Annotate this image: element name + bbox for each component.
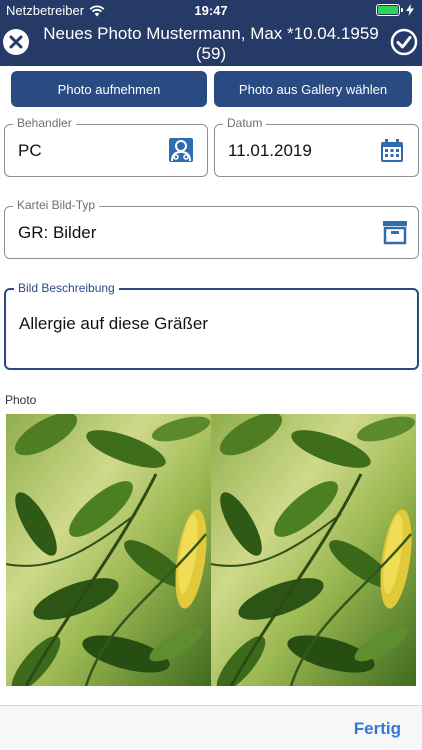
datum-field[interactable]: Datum 11.01.2019 — [214, 116, 419, 177]
behandler-label: Behandler — [13, 116, 76, 130]
calendar-icon[interactable] — [379, 138, 405, 164]
bottom-toolbar: Fertig — [0, 705, 422, 750]
kartei-bild-typ-field[interactable]: Kartei Bild-Typ GR: Bilder — [4, 198, 419, 259]
photo-label: Photo — [5, 393, 37, 407]
done-button[interactable]: Fertig — [354, 719, 401, 739]
bild-beschreibung-label: Bild Beschreibung — [14, 281, 119, 295]
photo-preview — [6, 414, 416, 686]
nav-bar: Neues Photo Mustermann, Max *10.04.1959 … — [0, 22, 422, 66]
kartei-bild-typ-label: Kartei Bild-Typ — [13, 198, 100, 212]
person-card-icon[interactable] — [168, 137, 194, 163]
battery-group — [376, 4, 414, 16]
kartei-bild-typ-value: GR: Bilder — [18, 223, 97, 242]
choose-gallery-button[interactable]: Photo aus Gallery wählen — [214, 71, 412, 107]
bild-beschreibung-field[interactable]: Bild Beschreibung Allergie auf diese Grä… — [4, 281, 419, 370]
battery-icon — [376, 4, 403, 16]
behandler-field[interactable]: Behandler PC — [4, 116, 208, 177]
behandler-value: PC — [18, 141, 42, 160]
datum-label: Datum — [223, 116, 267, 130]
close-circle-icon[interactable] — [2, 28, 30, 56]
status-time: 19:47 — [194, 3, 228, 18]
archive-box-icon[interactable] — [382, 219, 408, 245]
take-photo-button[interactable]: Photo aufnehmen — [11, 71, 207, 107]
checkmark-circle-icon[interactable] — [390, 28, 418, 56]
page-title: Neues Photo Mustermann, Max *10.04.1959 … — [43, 24, 379, 63]
charging-bolt-icon — [406, 4, 414, 16]
datum-value: 11.01.2019 — [228, 141, 312, 160]
status-bar: Netzbetreiber 19:47 — [0, 0, 422, 22]
bild-beschreibung-value: Allergie auf diese Gräßer — [19, 314, 208, 333]
